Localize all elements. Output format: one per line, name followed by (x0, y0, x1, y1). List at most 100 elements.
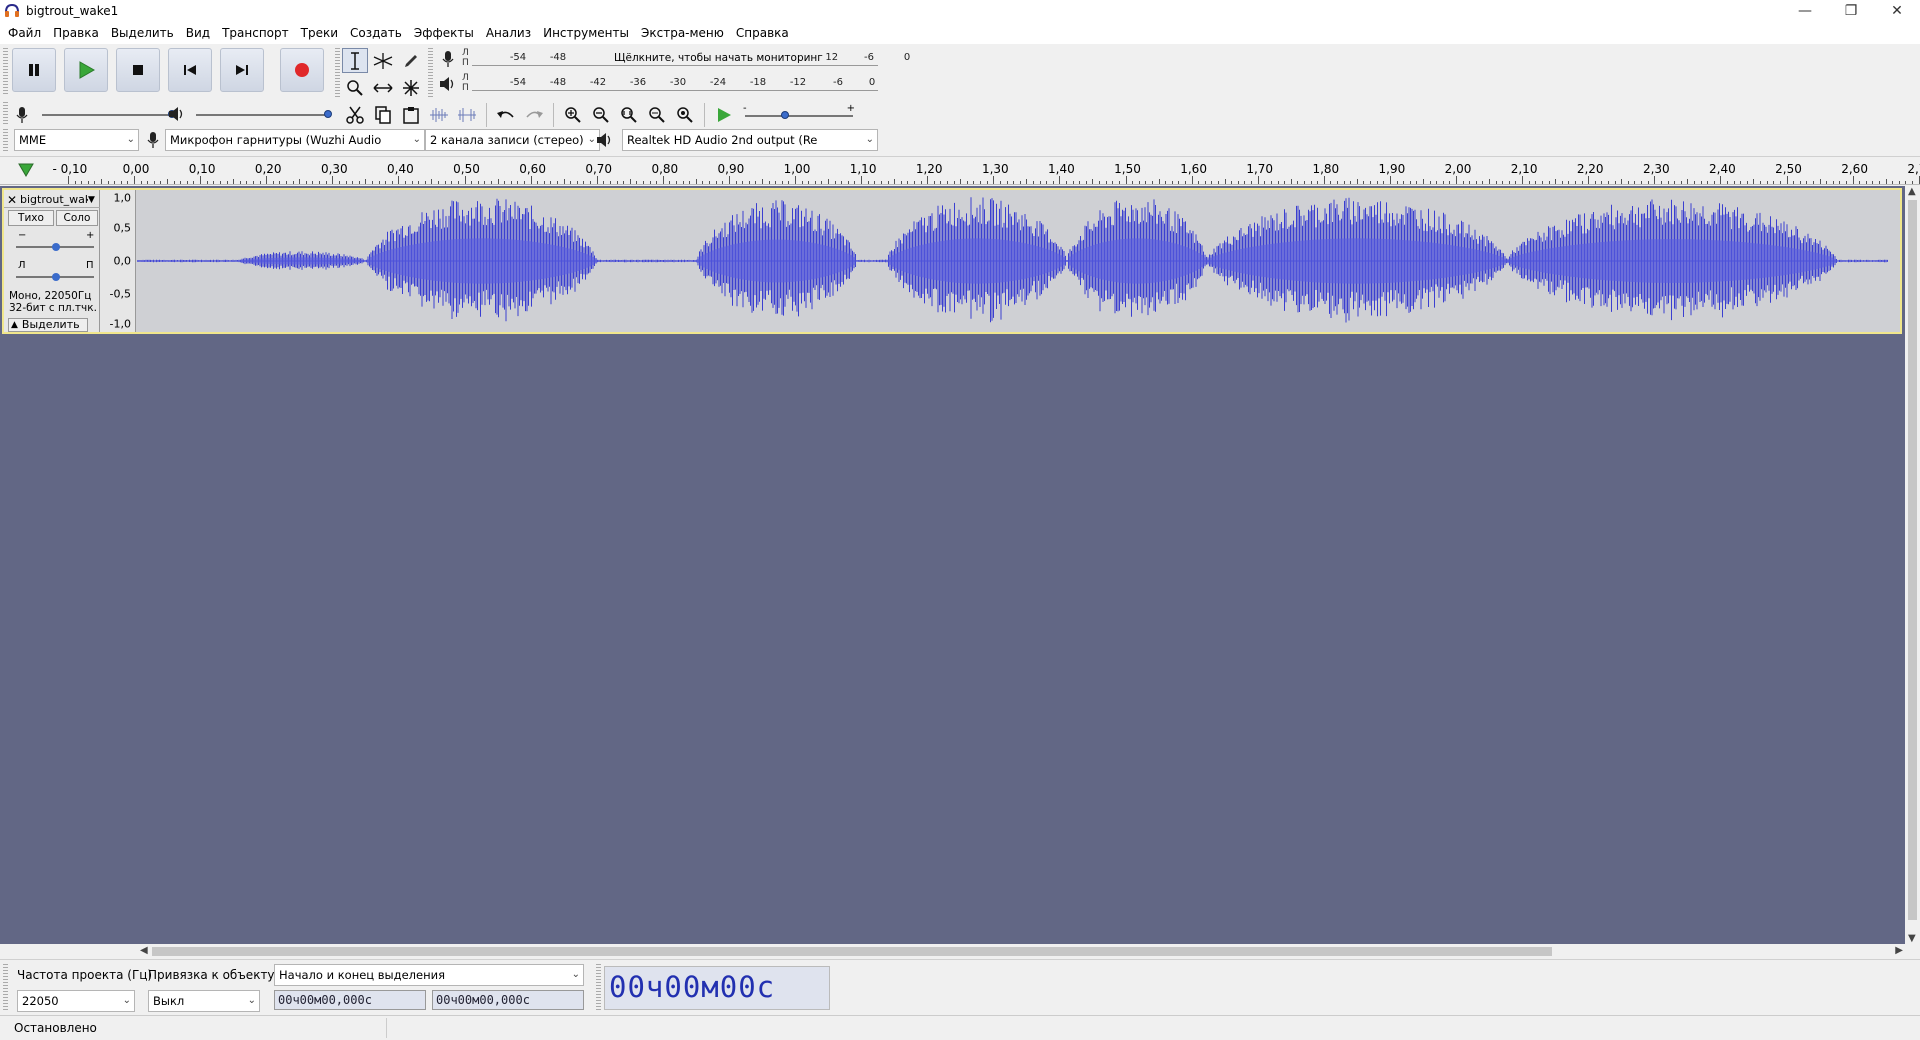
toolbar-grip[interactable] (3, 129, 8, 151)
menu-effects[interactable]: Эффекты (408, 22, 480, 44)
selection-end-time[interactable]: 00ч00м00,000с (432, 990, 584, 1010)
recording-volume-slider[interactable] (42, 114, 172, 116)
silence-button[interactable] (454, 102, 480, 128)
collapse-arrow-icon[interactable]: ▲ (11, 319, 18, 331)
playback-meter[interactable]: ЛП -54 -48 -42 -36 -30 -24 -18 -12 -6 0 (438, 73, 878, 95)
select-track-button[interactable]: ▲ Выделить (8, 318, 88, 332)
timeshift-tool[interactable] (370, 75, 396, 100)
close-window-button[interactable]: ✕ (1874, 0, 1920, 22)
recording-meter[interactable]: ЛП -54 -48 -12 -6 0 Щёлкните, чтобы нача… (438, 48, 910, 70)
ruler-minor-tick (947, 181, 949, 184)
maximize-button[interactable]: ❐ (1828, 0, 1874, 22)
audio-position-display[interactable]: 00ч00м00с (604, 966, 830, 1010)
undo-button[interactable] (493, 102, 519, 128)
pin-play-head-icon[interactable] (18, 163, 34, 177)
play-at-speed-button[interactable] (711, 102, 737, 128)
toolbar-grip[interactable] (3, 48, 8, 94)
menu-select[interactable]: Выделить (105, 22, 180, 44)
stop-button[interactable] (116, 48, 160, 92)
horizontal-scrollbar[interactable]: ◀ ▶ (138, 944, 1905, 959)
timeline-ruler[interactable]: - 0,10 0,00 0,10 0,20 0,30 0,40 0,50 0,60 0,70 0,… (0, 157, 1920, 185)
track-menu-arrow-icon[interactable]: ▼ (88, 195, 100, 205)
close-track-icon[interactable]: ✕ (4, 193, 20, 207)
trim-audio-icon (430, 108, 448, 122)
zoom-in-button[interactable] (560, 102, 586, 128)
mute-button[interactable]: Тихо (8, 210, 54, 226)
toolbar-grip[interactable] (3, 102, 8, 126)
vertical-scrollbar[interactable]: ▲ ▼ (1905, 186, 1920, 944)
menu-analyze[interactable]: Анализ (480, 22, 537, 44)
scroll-down-icon[interactable]: ▼ (1908, 933, 1916, 944)
multi-tool[interactable] (398, 75, 424, 100)
toolbar-grip[interactable] (335, 48, 340, 98)
fit-selection-button[interactable] (616, 102, 642, 128)
menu-extra[interactable]: Экстра-меню (635, 22, 730, 44)
track-name[interactable]: bigtrout_wak (20, 193, 88, 206)
trim-button[interactable] (426, 102, 452, 128)
gain-slider-thumb[interactable] (52, 243, 60, 251)
selection-tool[interactable] (342, 48, 368, 73)
pan-slider-thumb[interactable] (52, 273, 60, 281)
menu-tools[interactable]: Инструменты (537, 22, 635, 44)
skip-to-start-button[interactable] (168, 48, 212, 92)
ruler-minor-tick (702, 181, 704, 184)
toolbar-grip[interactable] (3, 964, 8, 1012)
pause-button[interactable] (12, 48, 56, 92)
play-button[interactable] (64, 48, 108, 92)
envelope-tool[interactable] (370, 48, 396, 73)
playback-device-select[interactable]: Realtek HD Audio 2nd output (Re ⌄ (622, 129, 878, 151)
draw-tool[interactable] (398, 48, 424, 73)
menu-generate[interactable]: Создать (344, 22, 408, 44)
play-speed-slider[interactable]: - + (739, 103, 859, 127)
redo-button[interactable] (521, 102, 547, 128)
scroll-up-icon[interactable]: ▲ (1908, 186, 1916, 197)
menu-tracks[interactable]: Треки (295, 22, 344, 44)
menu-file[interactable]: Файл (2, 22, 47, 44)
gain-slider[interactable] (16, 243, 94, 251)
minimize-button[interactable]: — (1782, 0, 1828, 22)
cut-button[interactable] (342, 102, 368, 128)
menu-transport[interactable]: Транспорт (216, 22, 295, 44)
snap-select[interactable]: Выкл ⌄ (148, 990, 260, 1012)
menu-edit[interactable]: Правка (47, 22, 105, 44)
vertical-scroll-thumb[interactable] (1908, 200, 1917, 920)
project-rate-select[interactable]: 22050 ⌄ (17, 990, 135, 1012)
selection-start-time[interactable]: 00ч00м00,000с (274, 990, 426, 1010)
record-button[interactable] (280, 48, 324, 92)
toolbar-grip[interactable] (428, 48, 433, 98)
solo-button[interactable]: Соло (56, 210, 98, 226)
scroll-left-icon[interactable]: ◀ (140, 945, 148, 956)
track-area[interactable]: ✕ bigtrout_wak ▼ Тихо Соло − + Л П Моно,… (0, 186, 1905, 944)
skip-to-end-button[interactable] (220, 48, 264, 92)
speed-min-label: - (743, 103, 747, 114)
menu-help[interactable]: Справка (730, 22, 795, 44)
audio-host-select[interactable]: MME ⌄ (14, 129, 139, 151)
ruler-label: 1,40 (1048, 162, 1075, 176)
horizontal-scroll-thumb[interactable] (152, 947, 1552, 956)
zoom-out-button[interactable] (588, 102, 614, 128)
scroll-right-icon[interactable]: ▶ (1895, 945, 1903, 956)
menu-view[interactable]: Вид (180, 22, 216, 44)
speed-slider-thumb[interactable] (781, 111, 789, 119)
zoom-tool[interactable] (342, 75, 368, 100)
copy-button[interactable] (370, 102, 396, 128)
waveform[interactable] (135, 190, 1888, 332)
selection-end-value: 00ч00м00,000с (436, 993, 530, 1007)
pan-left-label: Л (18, 260, 26, 271)
zoom-toggle-button[interactable] (672, 102, 698, 128)
ruler-tick (861, 176, 863, 184)
recording-channels-select[interactable]: 2 канала записи (стерео) ⌄ (425, 129, 600, 151)
playback-volume-slider[interactable] (196, 114, 328, 116)
audio-track[interactable]: ✕ bigtrout_wak ▼ Тихо Соло − + Л П Моно,… (2, 188, 1902, 334)
toolbar-grip[interactable] (596, 964, 601, 1012)
selection-toolbar: Частота проекта (Гц) Привязка к объекту … (0, 959, 1920, 1015)
fit-project-button[interactable] (644, 102, 670, 128)
speed-slider-track[interactable] (745, 115, 853, 117)
recording-device-select[interactable]: Микрофон гарнитуры (Wuzhi Audio ⌄ (165, 129, 425, 151)
ruler-minor-tick (1489, 179, 1491, 184)
pan-slider[interactable] (16, 273, 94, 281)
selection-mode-select[interactable]: Начало и конец выделения ⌄ (274, 964, 584, 986)
paste-button[interactable] (398, 102, 424, 128)
playback-volume-thumb[interactable] (324, 110, 332, 118)
track-name-bar[interactable]: ✕ bigtrout_wak ▼ (4, 192, 100, 208)
